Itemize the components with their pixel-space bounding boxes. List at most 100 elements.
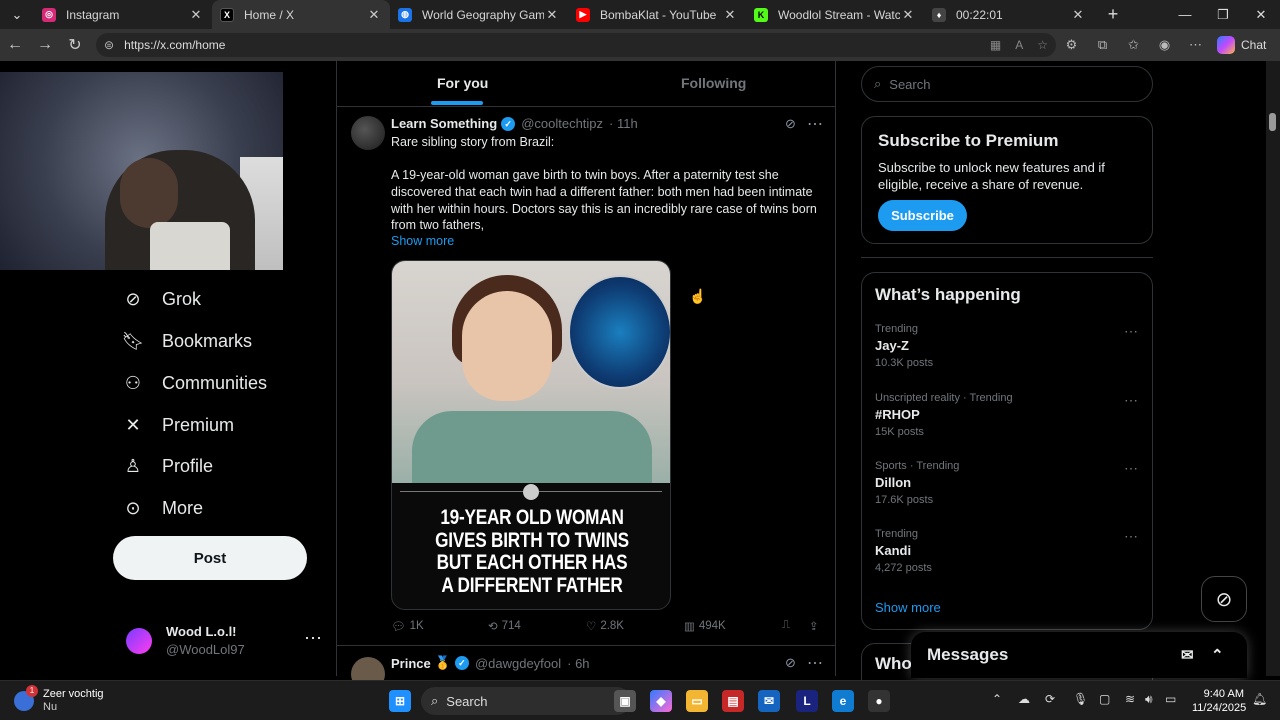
trend-item[interactable]: Unscripted reality · Trending #RHOP 15K …: [875, 392, 1145, 438]
apps-icon[interactable]: ▦: [990, 38, 1001, 52]
recording-app-icon[interactable]: ●: [868, 690, 890, 712]
extensions-icon[interactable]: ⚙: [1056, 37, 1087, 53]
trend-item[interactable]: Sports · Trending Dillon 17.6K posts ⋯: [875, 460, 1145, 506]
search-input[interactable]: ⌕ Search: [861, 66, 1153, 102]
expand-chevron-icon[interactable]: ⌃: [1211, 646, 1224, 664]
bookmark-button[interactable]: ⎍: [782, 619, 790, 632]
more-dots-icon[interactable]: ⋯: [807, 653, 824, 673]
device-icon[interactable]: ▢: [1099, 692, 1110, 706]
tab-actions-chevron-icon[interactable]: ⌄: [0, 0, 34, 29]
copilot-chat-button[interactable]: Chat: [1217, 36, 1266, 54]
edge-browser-icon[interactable]: e: [832, 690, 854, 712]
windows-start-icon[interactable]: ⊞: [389, 690, 411, 712]
sidebar-item-bookmarks[interactable]: 🔖︎ Bookmarks: [122, 330, 252, 352]
tweet-author-name[interactable]: Prince: [391, 656, 431, 671]
tweet-time[interactable]: · 6h: [567, 656, 589, 671]
new-tab-plus-icon[interactable]: +: [1094, 0, 1132, 29]
show-more-link[interactable]: Show more: [391, 234, 454, 248]
address-bar[interactable]: ⊜ https://x.com/home ▦ A ☆: [96, 33, 1056, 57]
taskbar-search[interactable]: ⌕ Search: [421, 687, 631, 715]
sidebar-item-grok[interactable]: ⊘ Grok: [122, 288, 201, 310]
tweet-media-image[interactable]: 19-YEAR OLD WOMAN GIVES BIRTH TO TWINS B…: [391, 260, 671, 610]
favorites-icon[interactable]: ✩: [1118, 37, 1149, 53]
tab-following[interactable]: Following: [681, 75, 746, 91]
reply-button[interactable]: 💬︎ 1K: [391, 619, 424, 633]
copilot-icon[interactable]: ◆: [650, 690, 672, 712]
views-button[interactable]: ▥ 494K: [684, 619, 726, 633]
tweet[interactable]: Prince 🥇 ✓ @dawgdeyfool · 6h ⊘ ⋯: [337, 647, 835, 691]
tweet-time[interactable]: · 11h: [609, 116, 638, 131]
app-l-icon[interactable]: L: [796, 690, 818, 712]
cloud-icon[interactable]: ☁: [1018, 692, 1030, 706]
split-screen-icon[interactable]: ⧉: [1087, 37, 1118, 53]
more-dots-icon[interactable]: ⋯: [1124, 392, 1139, 409]
browser-tab-kick[interactable]: K Woodlol Stream - Watch Live ✕: [746, 0, 924, 29]
tray-overflow-icon[interactable]: ⌃: [992, 692, 1002, 706]
close-window-icon[interactable]: ✕: [1242, 0, 1280, 29]
tweet-author-handle[interactable]: @cooltechtipz: [521, 116, 603, 131]
close-tab-icon[interactable]: ✕: [900, 7, 916, 23]
post-button[interactable]: Post: [113, 536, 307, 580]
more-dots-icon[interactable]: ⋯: [1124, 460, 1139, 477]
show-more-link[interactable]: Show more: [875, 600, 941, 615]
subscribe-button[interactable]: Subscribe: [878, 200, 967, 231]
page-scrollbar[interactable]: [1266, 61, 1280, 676]
browser-tab-geography[interactable]: ◍ World Geography Games On ✕: [390, 0, 568, 29]
sidebar-item-profile[interactable]: ♙ Profile: [122, 455, 213, 477]
file-explorer-icon[interactable]: ▭: [686, 690, 708, 712]
taskbar-clock[interactable]: 9:40 AM 11/24/2025: [1192, 687, 1246, 715]
favorite-star-icon[interactable]: ☆: [1037, 38, 1048, 52]
maximize-icon[interactable]: ❐: [1204, 0, 1242, 29]
battery-icon[interactable]: ▭: [1165, 692, 1176, 706]
more-dots-icon[interactable]: ⋯: [807, 114, 824, 134]
mail-icon[interactable]: ✉: [758, 690, 780, 712]
notification-bell-icon[interactable]: 🔔︎: [1252, 692, 1267, 706]
microphone-icon[interactable]: 🎙︎: [1073, 692, 1088, 706]
account-switcher[interactable]: Wood L.o.l! @WoodLol97 ⋯: [126, 622, 326, 662]
grok-explain-icon[interactable]: ⊘: [785, 655, 796, 671]
weather-widget[interactable]: 1 Zeer vochtig Nu: [14, 685, 144, 715]
close-tab-icon[interactable]: ✕: [188, 7, 204, 23]
grok-explain-icon[interactable]: ⊘: [785, 116, 796, 132]
browser-tab-x-home[interactable]: X Home / X ✕: [212, 0, 390, 29]
forward-arrow-icon[interactable]: →: [30, 36, 60, 54]
sync-icon[interactable]: ⟳: [1045, 692, 1055, 706]
sidebar-item-premium[interactable]: ✕ Premium: [122, 414, 234, 436]
trend-item[interactable]: Trending Jay-Z 10.3K posts ⋯: [875, 323, 1145, 369]
back-arrow-icon[interactable]: ←: [0, 36, 30, 54]
sidebar-item-communities[interactable]: ⚇ Communities: [122, 372, 267, 394]
sidebar-item-more[interactable]: ⊙ More: [122, 497, 203, 519]
tweet[interactable]: Learn Something ✓ @cooltechtipz · 11h ⊘ …: [337, 108, 835, 646]
close-tab-icon[interactable]: ✕: [722, 7, 738, 23]
trend-item[interactable]: Trending Kandi 4,272 posts ⋯: [875, 528, 1145, 574]
more-dots-icon[interactable]: ⋯: [1124, 528, 1139, 545]
share-button[interactable]: ⇪: [809, 619, 819, 633]
close-tab-icon[interactable]: ✕: [544, 7, 560, 23]
avatar[interactable]: [351, 116, 385, 150]
more-dots-icon[interactable]: ⋯: [1124, 323, 1139, 340]
grok-floating-button[interactable]: ⊘: [1201, 576, 1247, 622]
store-icon[interactable]: ▤: [722, 690, 744, 712]
volume-icon[interactable]: 🔊︎: [1145, 692, 1153, 707]
reload-icon[interactable]: ↻: [60, 35, 90, 55]
browser-tab-instagram[interactable]: ◎ Instagram ✕: [34, 0, 212, 29]
close-tab-icon[interactable]: ✕: [366, 7, 382, 23]
browser-tab-timer[interactable]: ♦ 00:22:01 ✕: [924, 0, 1094, 29]
like-button[interactable]: ♡ 2.8K: [586, 619, 624, 633]
tab-for-you[interactable]: For you: [437, 75, 488, 91]
profile-avatar-icon[interactable]: ◉: [1149, 37, 1180, 53]
scrollbar-thumb[interactable]: [1269, 113, 1276, 131]
new-message-icon[interactable]: ✉: [1181, 646, 1194, 664]
browser-tab-youtube[interactable]: ▶ BombaKlat - YouTube ✕: [568, 0, 746, 29]
repost-button[interactable]: ⟲ 714: [488, 619, 521, 633]
messages-drawer[interactable]: Messages ✉ ⌃: [911, 632, 1247, 678]
settings-more-icon[interactable]: ⋯: [1180, 37, 1211, 53]
read-aloud-icon[interactable]: A: [1015, 38, 1023, 52]
tweet-author-handle[interactable]: @dawgdeyfool: [475, 656, 561, 671]
minimize-icon[interactable]: —: [1166, 0, 1204, 29]
close-tab-icon[interactable]: ✕: [1070, 7, 1086, 23]
wifi-icon[interactable]: ≋: [1125, 692, 1135, 706]
tweet-author-name[interactable]: Learn Something: [391, 116, 497, 131]
task-view-icon[interactable]: ▣: [614, 690, 636, 712]
site-info-icon[interactable]: ⊜: [104, 38, 114, 52]
